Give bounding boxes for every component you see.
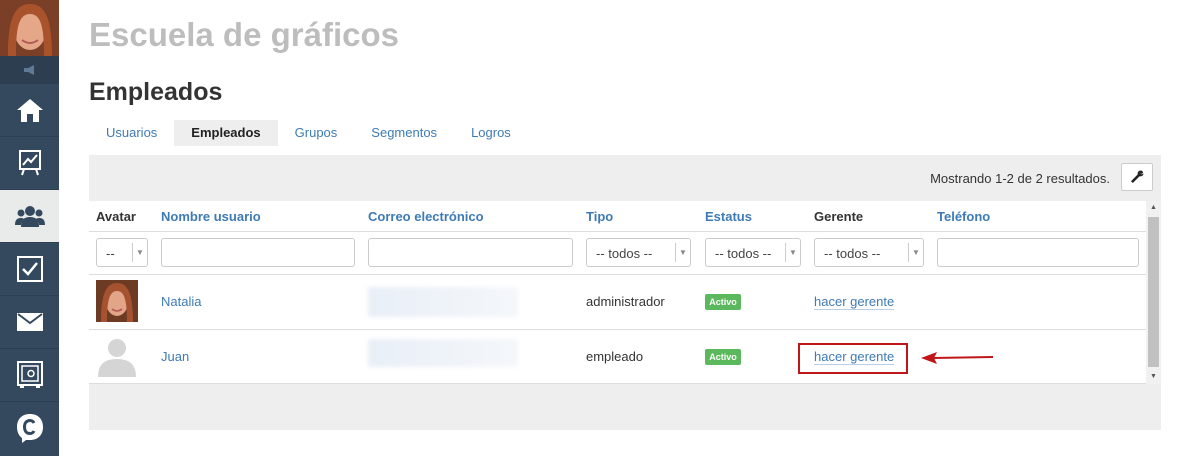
- email-redacted: [368, 287, 518, 317]
- email-redacted: [368, 339, 518, 367]
- manager-cell: hacer gerente: [814, 294, 895, 310]
- username-link[interactable]: Natalia: [161, 294, 201, 309]
- sidebar-item-tasks[interactable]: [0, 242, 59, 295]
- school-title: Escuela de gráficos: [89, 16, 399, 53]
- column-header-phone[interactable]: Teléfono: [937, 209, 990, 224]
- column-header-username[interactable]: Nombre usuario: [161, 209, 261, 224]
- type-filter-select[interactable]: -- todos -- ▼: [586, 238, 691, 267]
- manager-filter-select[interactable]: -- todos -- ▼: [814, 238, 924, 267]
- tab-bar: Usuarios Empleados Grupos Segmentos Logr…: [89, 120, 528, 146]
- column-header-manager: Gerente: [814, 209, 864, 224]
- employees-table: Avatar Nombre usuario Correo electrónico…: [89, 201, 1161, 384]
- annotation-arrow-icon: [921, 352, 994, 364]
- highlight-box: [798, 343, 908, 374]
- username-filter-input[interactable]: [161, 238, 355, 267]
- c-logo-icon: [16, 414, 43, 443]
- divider: [89, 383, 1146, 384]
- scrollbar-thumb[interactable]: [1148, 217, 1159, 367]
- chevron-down-icon: ▼: [675, 243, 690, 262]
- divider: [89, 329, 1146, 330]
- make-manager-link[interactable]: hacer gerente: [814, 294, 895, 310]
- sidebar-item-reports[interactable]: [0, 136, 59, 189]
- phone-filter-input[interactable]: [937, 238, 1139, 267]
- page-title: Empleados: [89, 78, 223, 106]
- user-type: empleado: [586, 349, 644, 364]
- divider: [89, 274, 1146, 275]
- scroll-up-icon[interactable]: ▲: [1146, 201, 1161, 215]
- avatar-filter-select[interactable]: -- ▼: [96, 238, 148, 267]
- users-icon: [14, 206, 45, 227]
- safe-icon: [16, 361, 43, 388]
- status-filter-value: -- todos --: [715, 246, 772, 261]
- sidebar-item-vault[interactable]: [0, 348, 59, 401]
- employees-panel: Mostrando 1-2 de 2 resultados. Avatar No…: [89, 155, 1161, 430]
- mail-icon: [16, 313, 43, 331]
- settings-button[interactable]: [1121, 163, 1153, 191]
- megaphone-icon: [23, 64, 34, 75]
- sidebar-item-home[interactable]: [0, 83, 59, 136]
- user-type: administrador: [586, 294, 665, 309]
- status-badge: Activo: [705, 349, 741, 365]
- avatar: [96, 280, 138, 322]
- divider: [89, 231, 1146, 232]
- email-filter-input[interactable]: [368, 238, 573, 267]
- tab-grupos[interactable]: Grupos: [278, 120, 355, 146]
- chevron-down-icon: ▼: [785, 243, 800, 262]
- table-scrollbar[interactable]: ▲ ▼: [1146, 201, 1161, 384]
- collapse-sidebar-button[interactable]: [0, 56, 59, 83]
- avatar-filter-value: --: [106, 246, 115, 261]
- chevron-down-icon: ▼: [908, 243, 923, 262]
- column-header-avatar: Avatar: [96, 209, 136, 224]
- column-header-email[interactable]: Correo electrónico: [368, 209, 484, 224]
- user-avatar[interactable]: [0, 0, 59, 56]
- tab-logros[interactable]: Logros: [454, 120, 528, 146]
- checkbox-icon: [16, 256, 43, 282]
- status-badge: Activo: [705, 294, 741, 310]
- tab-usuarios[interactable]: Usuarios: [89, 120, 174, 146]
- column-header-status[interactable]: Estatus: [705, 209, 752, 224]
- username-link[interactable]: Juan: [161, 349, 189, 364]
- results-summary: Mostrando 1-2 de 2 resultados.: [930, 171, 1110, 186]
- chart-icon: [18, 150, 41, 176]
- home-icon: [16, 99, 43, 122]
- sidebar: [0, 0, 59, 456]
- tab-segmentos[interactable]: Segmentos: [354, 120, 454, 146]
- status-filter-select[interactable]: -- todos -- ▼: [705, 238, 801, 267]
- scroll-down-icon[interactable]: ▼: [1146, 370, 1161, 384]
- sidebar-item-mail[interactable]: [0, 295, 59, 348]
- tab-empleados[interactable]: Empleados: [174, 120, 278, 146]
- type-filter-value: -- todos --: [596, 246, 653, 261]
- chevron-down-icon: ▼: [132, 243, 147, 262]
- sidebar-item-brand[interactable]: [0, 401, 59, 454]
- sidebar-item-users[interactable]: [0, 189, 59, 242]
- manager-filter-value: -- todos --: [824, 246, 881, 261]
- column-header-type[interactable]: Tipo: [586, 209, 613, 224]
- avatar-placeholder-icon: [96, 335, 138, 377]
- wrench-icon: [1131, 170, 1144, 183]
